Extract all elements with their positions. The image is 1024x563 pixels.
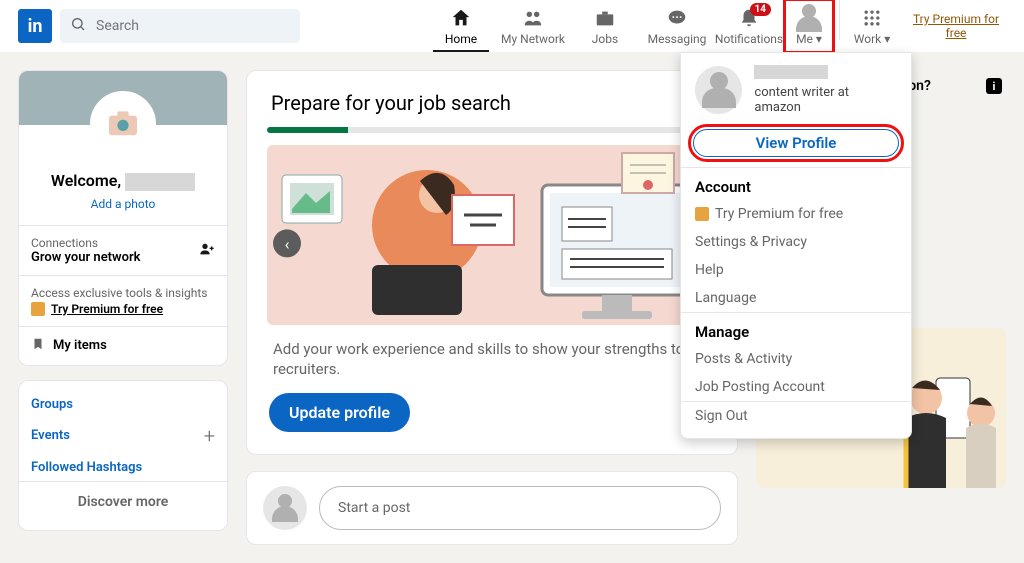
apps-icon xyxy=(860,6,884,30)
dropdown-profile-row[interactable]: content writer at amazon xyxy=(681,53,911,123)
card-description: Add your work experience and skills to s… xyxy=(267,325,717,393)
notification-badge: 14 xyxy=(750,3,771,16)
home-icon xyxy=(449,6,473,30)
card-heading: Prepare for your job search xyxy=(271,91,717,115)
try-premium-link[interactable]: Try Premium for free xyxy=(51,302,163,316)
job-search-card: Prepare for your job search ‹ xyxy=(246,70,738,455)
plus-icon[interactable]: + xyxy=(204,424,215,448)
update-profile-button[interactable]: Update profile xyxy=(269,393,410,432)
link-events[interactable]: Events+ xyxy=(19,418,227,454)
my-items-link[interactable]: My items xyxy=(19,327,227,365)
nav-items: Home My Network Jobs Messaging 14 Noti xyxy=(425,0,898,52)
dropdown-account-heading: Account xyxy=(681,167,911,200)
nav-work[interactable]: Work ▾ xyxy=(846,0,898,52)
dropdown-item-jobposting[interactable]: Job Posting Account xyxy=(681,373,911,401)
search-icon xyxy=(70,16,86,36)
global-header: in Home My Network Jobs xyxy=(0,0,1024,52)
jobs-icon xyxy=(593,6,617,30)
carousel-prev-button[interactable]: ‹ xyxy=(273,229,301,257)
user-name-redacted xyxy=(125,173,195,191)
search-box[interactable] xyxy=(60,9,300,43)
nav-label: Home xyxy=(445,32,477,46)
community-card: Groups Events+ Followed Hashtags Discove… xyxy=(18,380,228,531)
nav-home[interactable]: Home xyxy=(425,0,497,52)
link-groups[interactable]: Groups xyxy=(19,391,227,418)
welcome-text: Welcome, xyxy=(19,171,227,191)
premium-row[interactable]: Access exclusive tools & insights Try Pr… xyxy=(19,276,227,326)
avatar-icon xyxy=(695,66,742,114)
progress-bar xyxy=(267,127,717,133)
start-post-input[interactable]: Start a post xyxy=(319,486,721,530)
nav-label: Me ▾ xyxy=(796,32,822,46)
dropdown-item-settings[interactable]: Settings & Privacy xyxy=(681,228,911,256)
nav-label: Notifications xyxy=(715,32,783,46)
progress-fill xyxy=(267,127,348,133)
avatar-placeholder[interactable] xyxy=(90,91,156,157)
search-input[interactable] xyxy=(94,17,290,35)
nav-messaging[interactable]: Messaging xyxy=(641,0,713,52)
nav-label: My Network xyxy=(501,32,565,46)
discover-more-button[interactable]: Discover more xyxy=(19,481,227,520)
avatar-icon xyxy=(263,486,307,530)
nav-notifications[interactable]: 14 Notifications xyxy=(713,0,785,52)
nav-me[interactable]: Me ▾ xyxy=(785,0,833,52)
nav-label: Messaging xyxy=(648,32,707,46)
grow-network-label: Grow your network xyxy=(31,250,141,265)
bookmark-icon xyxy=(31,337,45,355)
me-dropdown: content writer at amazon View Profile Ac… xyxy=(680,52,912,439)
dropdown-item-language[interactable]: Language xyxy=(681,284,911,312)
messaging-icon xyxy=(665,6,689,30)
premium-link[interactable]: Try Premium for free xyxy=(906,12,1006,40)
premium-chip-icon xyxy=(31,302,45,316)
link-hashtags[interactable]: Followed Hashtags xyxy=(19,454,227,481)
premium-chip-icon xyxy=(695,207,709,221)
nav-label: Jobs xyxy=(592,32,618,46)
info-icon[interactable]: i xyxy=(986,78,1002,94)
camera-icon xyxy=(106,110,140,138)
connections-row[interactable]: Connections Grow your network xyxy=(19,226,227,275)
add-photo-link[interactable]: Add a photo xyxy=(19,197,227,211)
view-profile-button[interactable]: View Profile xyxy=(693,129,899,157)
hero-illustration: ‹ xyxy=(267,145,717,325)
dropdown-item-signout[interactable]: Sign Out xyxy=(681,402,911,430)
dropdown-item-help[interactable]: Help xyxy=(681,256,911,284)
access-label: Access exclusive tools & insights xyxy=(31,286,215,300)
dropdown-item-posts[interactable]: Posts & Activity xyxy=(681,345,911,373)
nav-label: Work ▾ xyxy=(854,32,890,46)
dropdown-manage-heading: Manage xyxy=(681,312,911,345)
nav-divider xyxy=(839,0,840,40)
connections-label: Connections xyxy=(31,236,141,250)
identity-card: Welcome, Add a photo Connections Grow yo… xyxy=(18,70,228,366)
start-post-card: Start a post xyxy=(246,471,738,545)
avatar-icon xyxy=(797,6,821,30)
dropdown-item-premium[interactable]: Try Premium for free xyxy=(681,200,911,228)
network-icon xyxy=(521,6,545,30)
add-person-icon xyxy=(199,241,215,260)
profile-name-redacted xyxy=(754,65,828,79)
profile-subtitle: content writer at amazon xyxy=(754,85,897,115)
nav-jobs[interactable]: Jobs xyxy=(569,0,641,52)
nav-network[interactable]: My Network xyxy=(497,0,569,52)
linkedin-logo[interactable]: in xyxy=(18,9,52,43)
